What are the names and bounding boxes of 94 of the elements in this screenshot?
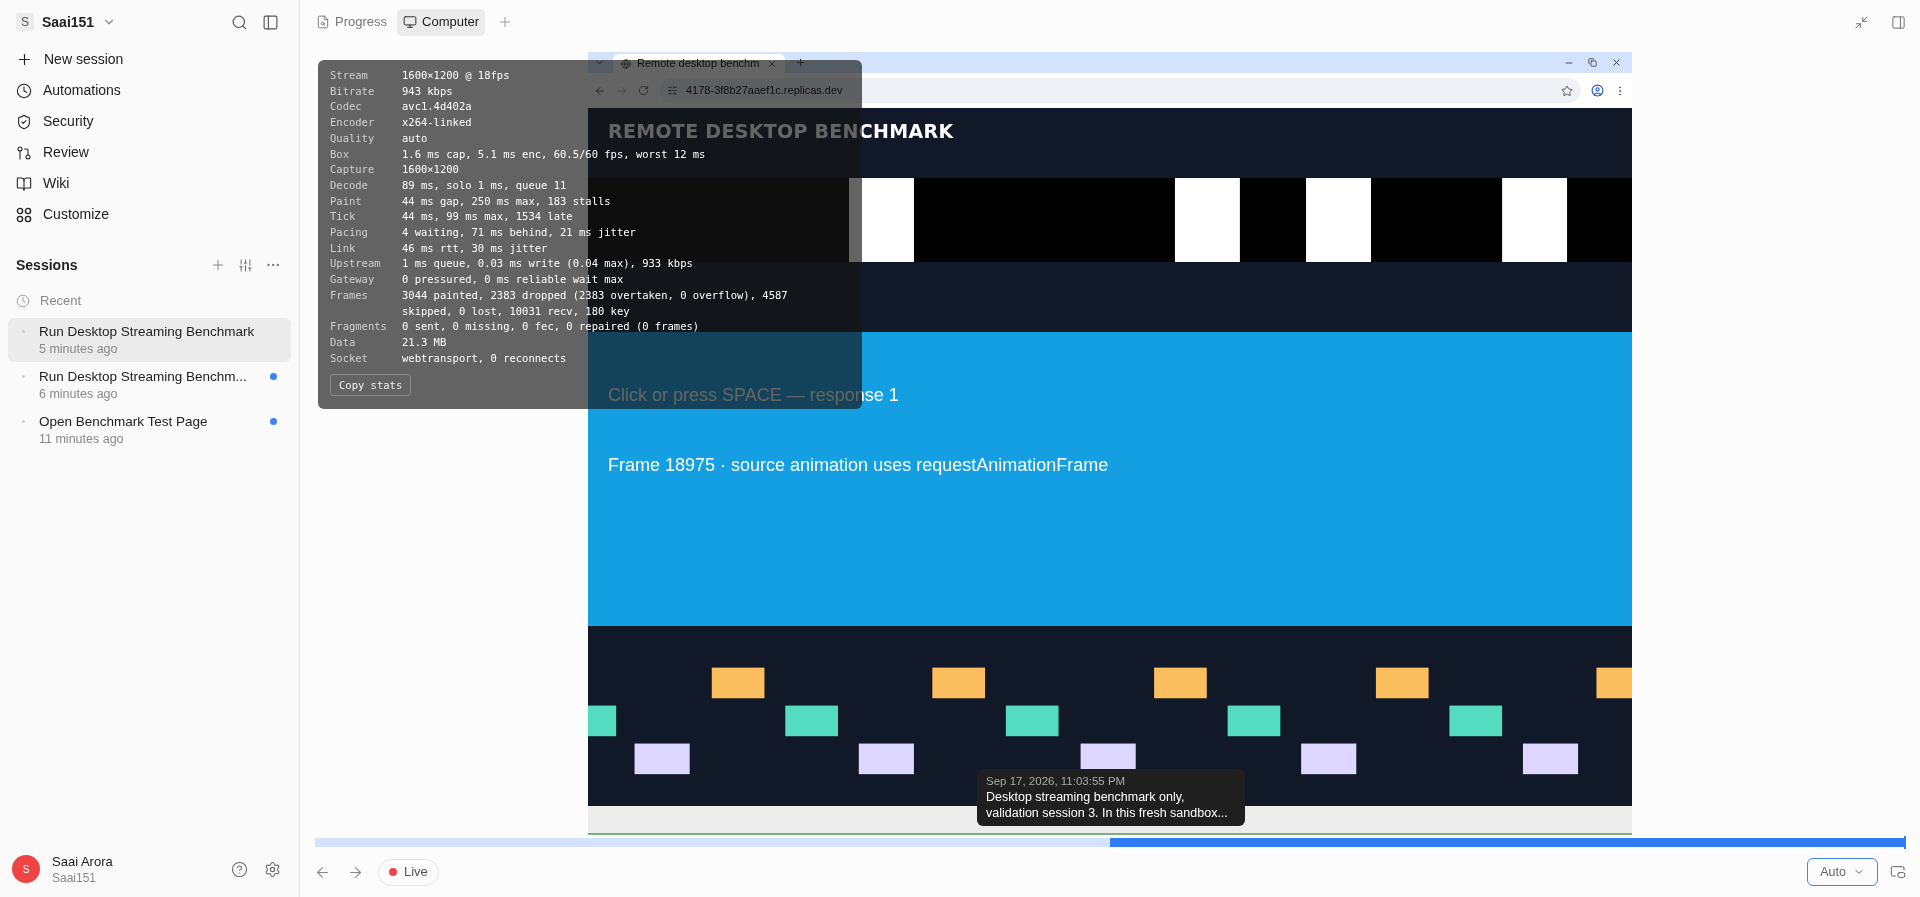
session-title: Run Desktop Streaming Benchmark [39, 323, 256, 341]
plus-icon [210, 257, 226, 273]
restore-icon [1588, 58, 1597, 67]
workspace-name: Saai151 [42, 12, 95, 32]
stat-label: Tick [330, 209, 357, 225]
session-time: 11 minutes ago [39, 431, 125, 448]
tab[interactable]: Progress [310, 8, 394, 36]
frame-info-text: Frame 18975 · source animation uses requestAnimationFrame [608, 454, 1109, 477]
stat-value: 44 ms, 99 ms max, 1534 late [402, 209, 573, 225]
workspace-avatar: S [16, 13, 34, 31]
tab[interactable]: Computer [397, 8, 486, 36]
plus-icon [16, 51, 33, 68]
stat-value: auto [402, 130, 428, 146]
clock-icon [16, 82, 32, 99]
user-name: Saai Arora [52, 852, 113, 870]
book-icon [16, 175, 32, 192]
workspace-switcher[interactable]: S Saai151 [16, 11, 117, 33]
browser-tab-title: Remote desktop benchm [637, 56, 760, 72]
clock-icon [16, 294, 30, 308]
session-time: 6 minutes ago [39, 386, 119, 403]
pull-request-icon [16, 144, 32, 161]
nav-item[interactable]: Review [0, 137, 299, 168]
stat-label: Paint [330, 193, 363, 209]
stat-label: Data [330, 334, 357, 350]
copy-stats-button[interactable]: Copy stats [330, 374, 412, 397]
session-item[interactable]: Run Desktop Streaming Benchm... 6 minutes ago [8, 363, 291, 407]
picture-in-picture-icon [1890, 864, 1906, 880]
site-info-icon [667, 85, 678, 96]
session-time: 5 minutes ago [39, 341, 119, 358]
nav-item[interactable]: Automations [0, 75, 299, 106]
stat-label: Gateway [330, 272, 376, 288]
stat-label: Box [330, 146, 350, 162]
stat-value: 46 ms rtt, 30 ms jitter [402, 240, 548, 256]
nav-item[interactable]: Security [0, 106, 299, 137]
timeline-handle[interactable] [1904, 836, 1906, 849]
panel-icon [262, 13, 279, 31]
settings-icon [264, 860, 281, 878]
document-icon [316, 15, 330, 29]
stat-value: 1600×1200 @ 18fps [402, 68, 510, 83]
group-label: Recent [40, 292, 82, 311]
bullet-icon [22, 375, 25, 378]
stat-label: Pacing [330, 225, 369, 241]
new-tab-icon [795, 57, 806, 68]
grid-icon [16, 206, 32, 223]
collapse-icon [1854, 14, 1869, 30]
stat-value: webtransport, 0 reconnects [402, 350, 567, 366]
page-heading: REMOTE DESKTOP BENCHMARK [608, 120, 954, 142]
quality-dropdown[interactable]: Auto [1807, 858, 1878, 886]
globe-icon [621, 58, 631, 69]
back-icon [594, 84, 606, 97]
stat-value: 21.3 MB [402, 334, 447, 350]
bullet-icon [22, 420, 25, 423]
stat-label: Bitrate [330, 83, 376, 99]
stat-label: Socket [330, 350, 369, 366]
close-icon [1611, 57, 1622, 68]
user-handle: Saai151 [52, 869, 98, 886]
nav-item[interactable]: Customize [0, 199, 299, 230]
stat-value: x264-linked [402, 115, 472, 131]
stat-value: avc1.4d402a [402, 99, 472, 115]
stat-value: 89 ms, solo 1 ms, queue 11 [402, 177, 567, 193]
shield-icon [16, 113, 32, 130]
timeline-track[interactable] [315, 838, 1905, 847]
stat-label: Stream [330, 68, 369, 83]
search-icon [231, 13, 248, 31]
session-item[interactable]: Run Desktop Streaming Benchmark 5 minutes ago [8, 318, 291, 362]
stat-label: Fragments [330, 319, 388, 335]
nav-item[interactable]: Wiki [0, 168, 299, 199]
profile-icon [1591, 84, 1604, 97]
tooltip-text: Desktop streaming benchmark only, validation session 3. In this fresh sandbox... [986, 789, 1229, 821]
stat-label: Encoder [330, 115, 376, 131]
tooltip-time: Sep 17, 2026, 11:03:55 PM [986, 774, 1127, 789]
stat-label: Codec [330, 99, 363, 115]
panel-icon [1891, 14, 1906, 30]
stat-label: Frames [330, 287, 369, 303]
help-icon [231, 860, 248, 878]
sliders-icon [238, 257, 253, 273]
session-title: Run Desktop Streaming Benchm... [39, 368, 248, 386]
star-icon [1561, 84, 1573, 97]
close-icon [767, 58, 777, 69]
sessions-heading: Sessions [16, 255, 78, 275]
session-title: Open Benchmark Test Page [39, 413, 209, 431]
stat-label: Decode [330, 177, 369, 193]
stat-label: Link [330, 240, 357, 256]
user-avatar: S [12, 855, 40, 883]
stat-label: Capture [330, 162, 376, 178]
stat-value: 943 kbps [402, 83, 453, 99]
stat-value: 1600×1200 [402, 162, 459, 178]
reload-icon [638, 85, 649, 96]
stat-label: Quality [330, 130, 376, 146]
session-item[interactable]: Open Benchmark Test Page 11 minutes ago [8, 408, 291, 452]
url-text: 4178-3f8b27aaef1c.replicas.dev [686, 83, 843, 99]
stat-label: Upstream [330, 256, 382, 272]
monitor-icon [403, 15, 418, 29]
nav-item[interactable]: New session [0, 44, 299, 75]
